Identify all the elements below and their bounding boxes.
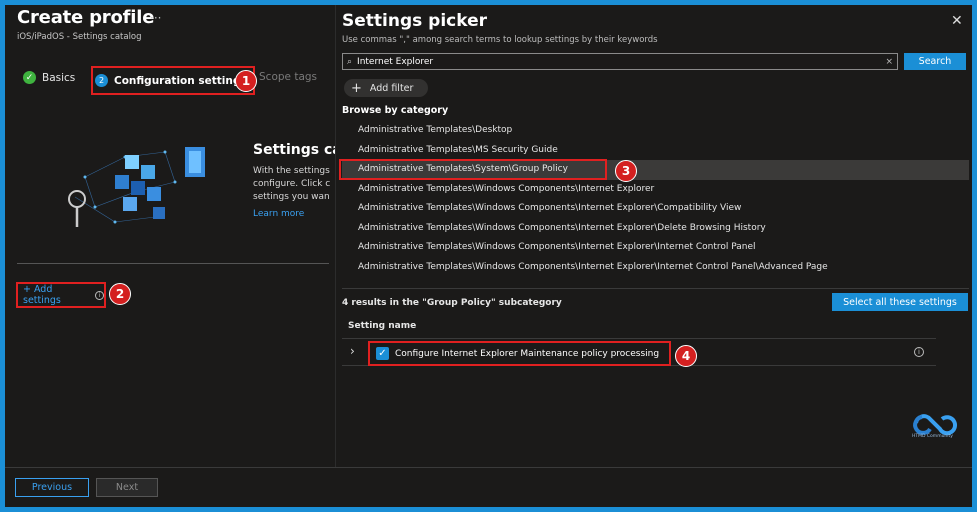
divider xyxy=(342,288,969,289)
check-icon: ✓ xyxy=(23,71,36,84)
step-scope-label: Scope tags xyxy=(259,71,318,83)
search-button[interactable]: Search xyxy=(904,53,966,70)
close-icon[interactable]: ✕ xyxy=(951,13,963,29)
add-settings-label: + Add settings xyxy=(23,284,61,306)
annotation-badge-2: 2 xyxy=(109,283,131,305)
step-basics[interactable]: ✓ Basics xyxy=(23,71,75,84)
picker-title: Settings picker xyxy=(342,11,487,31)
next-button[interactable]: Next xyxy=(96,478,158,497)
search-input[interactable]: ⌕ Internet Explorer × xyxy=(342,53,898,70)
info-icon[interactable]: i xyxy=(95,290,104,300)
annotation-badge-1: 1 xyxy=(235,70,257,92)
setting-label: Configure Internet Explorer Maintenance … xyxy=(395,348,660,359)
step-configuration-settings[interactable]: 2 Configuration settings xyxy=(91,66,255,95)
checkbox-checked-icon[interactable]: ✓ xyxy=(376,347,389,360)
category-item[interactable]: Administrative Templates\Desktop xyxy=(342,121,969,141)
page-subtitle: iOS/iPadOS - Settings catalog xyxy=(17,32,142,42)
step-scope-tags[interactable]: Scope tags xyxy=(259,71,317,83)
footer-divider xyxy=(5,467,972,468)
setting-checkbox-row[interactable]: ✓ Configure Internet Explorer Maintenanc… xyxy=(368,341,671,366)
logo-text: HTMD Community xyxy=(912,434,953,439)
search-icon: ⌕ xyxy=(347,56,353,67)
chevron-right-icon[interactable]: › xyxy=(350,344,355,358)
settings-picker-pane: Settings picker ✕ Use commas "," among s… xyxy=(335,5,972,467)
plus-icon: + xyxy=(351,80,362,96)
results-count: 4 results in the "Group Policy" subcateg… xyxy=(342,298,562,308)
learn-more-link[interactable]: Learn more xyxy=(253,209,304,219)
empty-state-line: With the settings xyxy=(253,166,330,176)
category-item[interactable]: Administrative Templates\Windows Compone… xyxy=(342,258,969,278)
table-row[interactable]: › ✓ Configure Internet Explorer Maintena… xyxy=(342,339,936,366)
empty-state-line: configure. Click c xyxy=(253,179,331,189)
category-item[interactable]: Administrative Templates\Windows Compone… xyxy=(342,219,969,239)
annotation-badge-3: 3 xyxy=(615,160,637,182)
step-basics-label: Basics xyxy=(42,71,76,84)
step-number-icon: 2 xyxy=(95,74,108,87)
annotation-badge-4: 4 xyxy=(675,345,697,367)
picker-subtitle: Use commas "," among search terms to loo… xyxy=(342,35,658,45)
settings-illustration-icon xyxy=(68,147,205,227)
add-filter-label: Add filter xyxy=(369,82,414,94)
category-item[interactable]: Administrative Templates\Windows Compone… xyxy=(342,180,969,200)
step-configuration-label: Configuration settings xyxy=(114,74,247,87)
add-settings-link[interactable]: + Add settings i xyxy=(16,282,106,308)
add-filter-button[interactable]: + Add filter xyxy=(344,79,428,97)
category-item[interactable]: Administrative Templates\Windows Compone… xyxy=(342,199,969,219)
column-header-setting-name[interactable]: Setting name xyxy=(348,321,416,331)
select-all-button[interactable]: Select all these settings xyxy=(832,293,968,311)
selected-category-highlight xyxy=(339,159,607,180)
category-list: Administrative Templates\Desktop Adminis… xyxy=(342,121,969,277)
clear-search-icon[interactable]: × xyxy=(885,57,893,67)
search-value: Internet Explorer xyxy=(357,56,434,67)
empty-state-line: settings you wan xyxy=(253,192,330,202)
category-item[interactable]: Administrative Templates\MS Security Gui… xyxy=(342,141,969,161)
more-options-icon[interactable]: ··· xyxy=(150,11,161,25)
app-frame: Create profile ··· iOS/iPadOS - Settings… xyxy=(5,5,972,507)
info-icon[interactable]: i xyxy=(914,347,924,357)
create-profile-pane: Create profile ··· iOS/iPadOS - Settings… xyxy=(5,5,348,507)
divider xyxy=(17,263,329,264)
previous-button[interactable]: Previous xyxy=(15,478,89,497)
browse-heading: Browse by category xyxy=(342,105,449,116)
page-title: Create profile xyxy=(17,7,155,28)
category-item[interactable]: Administrative Templates\Windows Compone… xyxy=(342,238,969,258)
